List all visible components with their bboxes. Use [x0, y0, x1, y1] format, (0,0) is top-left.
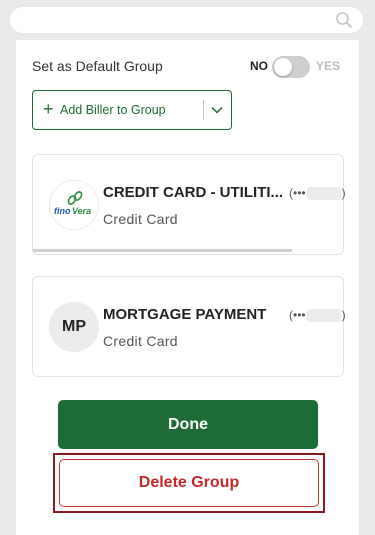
- divider: [203, 100, 204, 120]
- add-biller-label: Add Biller to Group: [60, 103, 166, 117]
- biller-card[interactable]: fino Vera CREDIT CARD - UTILITI... (•••)…: [32, 154, 346, 255]
- horizontal-scrollbar[interactable]: [33, 249, 292, 252]
- avatar: MP: [49, 302, 99, 352]
- svg-text:Vera: Vera: [72, 206, 91, 216]
- toggle-yes-label: YES: [316, 59, 341, 73]
- default-group-label: Set as Default Group: [32, 58, 163, 74]
- chevron-down-icon[interactable]: [211, 104, 223, 116]
- biller-type: Credit Card: [103, 211, 178, 227]
- account-number-masked: (•••): [289, 186, 346, 201]
- biller-name: MORTGAGE PAYMENT: [103, 306, 267, 323]
- default-group-toggle[interactable]: [272, 56, 310, 78]
- search-bar[interactable]: [10, 7, 363, 33]
- default-group-row: Set as Default Group NO YES: [32, 56, 343, 78]
- account-number-masked: (•••): [289, 308, 346, 323]
- delete-group-button[interactable]: Delete Group: [59, 459, 319, 507]
- delete-highlight-frame: Delete Group: [53, 453, 325, 513]
- svg-text:fino: fino: [54, 206, 71, 216]
- done-button[interactable]: Done: [58, 400, 318, 449]
- biller-card[interactable]: MP MORTGAGE PAYMENT (•••) Credit Card: [32, 276, 346, 377]
- finovera-logo: fino Vera: [49, 180, 99, 230]
- plus-icon: +: [43, 99, 54, 119]
- biller-name: CREDIT CARD - UTILITI...: [103, 184, 283, 201]
- search-icon[interactable]: [335, 11, 353, 29]
- toggle-no-label: NO: [250, 59, 268, 73]
- biller-type: Credit Card: [103, 333, 178, 349]
- toggle-knob: [274, 58, 292, 76]
- add-biller-dropdown[interactable]: + Add Biller to Group: [32, 90, 232, 130]
- group-edit-panel: Set as Default Group NO YES + Add Biller…: [16, 40, 359, 535]
